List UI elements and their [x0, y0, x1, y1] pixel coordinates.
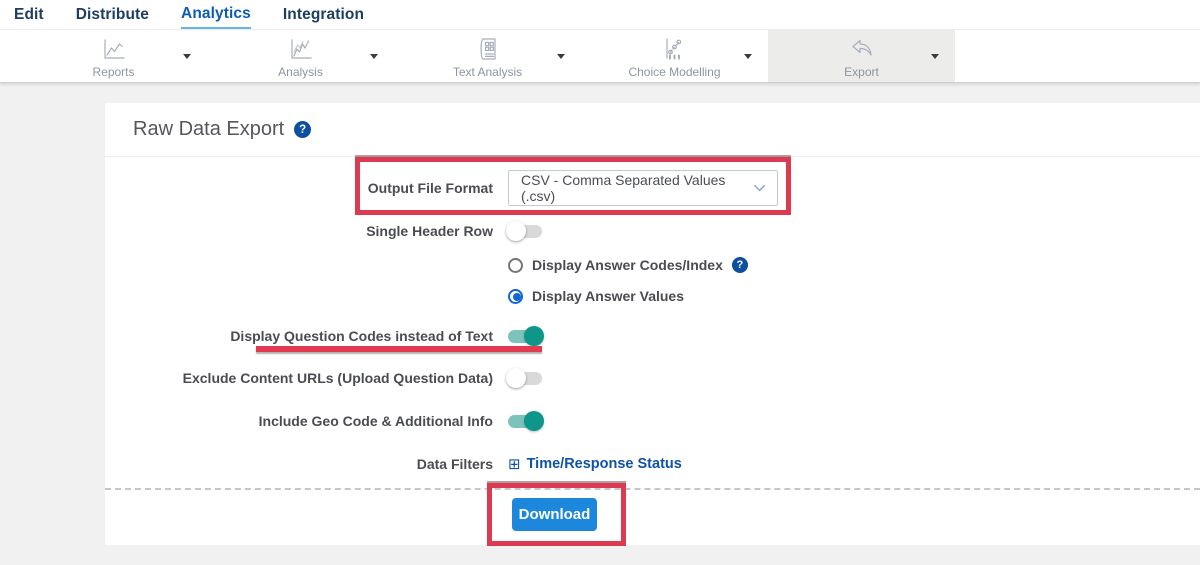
filter-link-label: Time/Response Status: [526, 456, 682, 472]
chevron-down-icon[interactable]: [557, 54, 565, 59]
nav-item-integration[interactable]: Integration: [283, 2, 364, 28]
multi-line-chart-icon: [287, 36, 314, 63]
include-geo-row: Include Geo Code & Additional Info: [105, 409, 1200, 433]
toggle-knob: [506, 368, 526, 388]
help-icon[interactable]: ?: [294, 121, 312, 138]
question-codes-toggle[interactable]: [508, 326, 544, 346]
toolbar-item-analysis[interactable]: Analysis: [207, 30, 394, 82]
chevron-down-icon: [753, 184, 765, 192]
toolbar-item-label: Reports: [92, 64, 135, 79]
single-header-toggle[interactable]: [506, 221, 542, 241]
toolbar-item-export[interactable]: Export: [768, 30, 955, 82]
document-grid-icon: [474, 36, 501, 63]
toolbar-item-reports[interactable]: Reports: [20, 30, 207, 82]
output-format-value: CSV - Comma Separated Values (.csv): [521, 172, 726, 204]
chevron-down-icon[interactable]: [370, 54, 378, 59]
toolbar-item-label: Analysis: [278, 64, 323, 79]
help-icon[interactable]: ?: [731, 257, 748, 273]
toggle-knob: [524, 326, 544, 346]
question-codes-row: Display Question Codes instead of Text: [105, 324, 1200, 348]
chevron-down-icon[interactable]: [931, 54, 939, 59]
nav-item-edit[interactable]: Edit: [14, 2, 44, 28]
data-filters-row: Data Filters ⊞ Time/Response Status: [105, 452, 1200, 476]
chevron-down-icon[interactable]: [183, 54, 191, 59]
output-format-label: Output File Format: [367, 180, 493, 196]
toggle-knob: [506, 221, 526, 241]
toggle-knob: [524, 411, 544, 431]
answer-codes-radio[interactable]: [508, 257, 523, 273]
output-format-row: Output File Format CSV - Comma Separated…: [105, 167, 1200, 209]
toolbar-item-label: Export: [844, 64, 879, 79]
single-header-row: Single Header Row: [105, 219, 1200, 243]
answer-values-label: Display Answer Values: [532, 288, 684, 304]
exclude-urls-label: Exclude Content URLs (Upload Question Da…: [182, 370, 493, 386]
answer-codes-row: Display Answer Codes/Index ?: [105, 253, 1200, 277]
question-codes-label: Display Question Codes instead of Text: [230, 328, 493, 344]
exclude-urls-toggle[interactable]: [506, 368, 542, 388]
nav-item-analytics[interactable]: Analytics: [181, 1, 251, 29]
output-format-select[interactable]: CSV - Comma Separated Values (.csv): [508, 170, 778, 206]
toolbar-item-label: Choice Modelling: [628, 64, 721, 79]
data-filters-label: Data Filters: [416, 456, 493, 472]
analytics-toolbar: Reports Analysis Text Analysis Choice Mo…: [0, 30, 1200, 83]
answer-values-radio[interactable]: [508, 288, 523, 304]
line-chart-icon: [100, 36, 127, 63]
time-response-status-link[interactable]: ⊞ Time/Response Status: [508, 456, 682, 472]
include-geo-label: Include Geo Code & Additional Info: [258, 413, 493, 429]
exclude-urls-row: Exclude Content URLs (Upload Question Da…: [105, 366, 1200, 390]
toolbar-item-text-analysis[interactable]: Text Analysis: [394, 30, 581, 82]
nav-item-distribute[interactable]: Distribute: [76, 2, 149, 28]
single-header-label: Single Header Row: [366, 223, 493, 239]
page-title: Raw Data Export: [133, 118, 285, 140]
chevron-down-icon[interactable]: [744, 54, 752, 59]
panel-header: Raw Data Export ?: [105, 103, 1200, 157]
toolbar-item-choice-modelling[interactable]: Choice Modelling: [581, 30, 768, 82]
answer-codes-label: Display Answer Codes/Index: [532, 257, 723, 273]
top-nav: Edit Distribute Analytics Integration: [0, 0, 1200, 30]
include-geo-toggle[interactable]: [508, 411, 544, 431]
dashed-divider: [105, 488, 1200, 490]
plus-box-icon: ⊞: [508, 455, 521, 473]
answer-values-row: Display Answer Values: [105, 284, 1200, 308]
scatter-chart-icon: [661, 36, 688, 63]
raw-data-export-panel: Raw Data Export ? Output File Format CSV…: [105, 103, 1200, 545]
toolbar-item-label: Text Analysis: [452, 64, 523, 79]
download-button[interactable]: Download: [512, 498, 597, 531]
export-arrow-icon: [848, 36, 875, 63]
